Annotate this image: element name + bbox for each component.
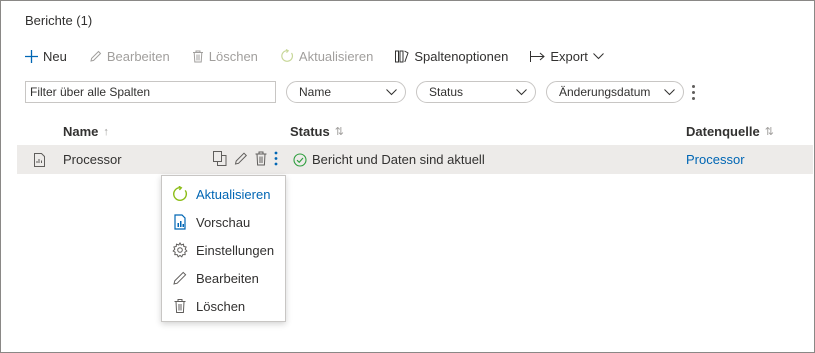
filter-all-columns-input[interactable]	[25, 81, 276, 103]
report-preview-icon	[174, 214, 186, 230]
row-actions	[213, 151, 278, 166]
pencil-icon[interactable]	[234, 151, 248, 166]
toolbar: Neu Bearbeiten Löschen Aktualisieren Spa…	[25, 46, 626, 66]
column-header-status-label: Status	[290, 124, 330, 139]
delete-button[interactable]: Löschen	[192, 49, 258, 64]
plus-icon	[25, 49, 38, 63]
menu-item-refresh[interactable]: Aktualisieren	[162, 180, 285, 208]
delete-button-label: Löschen	[208, 48, 258, 64]
status-filter-label: Status	[429, 85, 464, 99]
refresh-icon	[281, 49, 293, 62]
chevron-down-icon	[664, 88, 675, 95]
column-options-icon	[395, 50, 409, 62]
more-filters-icon[interactable]	[690, 84, 696, 100]
export-button[interactable]: Export	[530, 49, 604, 64]
name-filter-label: Name	[299, 85, 332, 99]
date-filter-label: Änderungsdatum	[559, 85, 651, 99]
page-title: Berichte (1)	[25, 13, 93, 28]
refresh-button-label: Aktualisieren	[298, 48, 374, 64]
edit-button-label: Bearbeiten	[106, 48, 170, 64]
sort-ascending-icon: ↑	[103, 125, 109, 138]
sort-icon: ⇅	[764, 126, 774, 138]
menu-item-label: Löschen	[196, 298, 246, 314]
filter-bar: Name Status Änderungsdatum	[25, 81, 696, 103]
refresh-button[interactable]: Aktualisieren	[280, 49, 373, 64]
report-file-icon	[34, 153, 45, 167]
column-header-source[interactable]: Datenquelle ⇅	[686, 124, 774, 139]
status-filter-dropdown[interactable]: Status	[416, 81, 536, 103]
column-header-name[interactable]: Name ↑	[63, 124, 109, 139]
menu-item-edit[interactable]: Bearbeiten	[162, 264, 285, 292]
row-status: Bericht und Daten sind aktuell	[293, 152, 485, 167]
date-filter-dropdown[interactable]: Änderungsdatum	[546, 81, 684, 103]
pencil-icon	[90, 50, 102, 62]
table-header: Name ↑ Status ⇅ Datenquelle ⇅	[17, 118, 813, 144]
menu-item-delete[interactable]: Löschen	[162, 292, 285, 320]
column-header-name-label: Name	[63, 124, 99, 139]
check-circle-icon	[293, 152, 307, 167]
pencil-icon	[173, 271, 187, 285]
name-filter-dropdown[interactable]: Name	[286, 81, 406, 103]
new-button[interactable]: Neu	[25, 49, 67, 64]
sort-icon: ⇅	[334, 126, 344, 138]
menu-item-label: Bearbeiten	[196, 270, 259, 286]
table-row[interactable]: Processor Bericht und Daten sind aktuell…	[17, 145, 813, 174]
row-context-menu: Aktualisieren Vorschau Einstellungen Bea…	[161, 175, 286, 322]
row-source-link[interactable]: Processor	[686, 152, 745, 167]
chevron-down-icon	[516, 88, 527, 95]
column-header-status[interactable]: Status ⇅	[290, 124, 344, 139]
trash-icon	[174, 299, 186, 313]
edit-button[interactable]: Bearbeiten	[89, 49, 170, 64]
export-button-label: Export	[550, 48, 588, 64]
menu-item-label: Aktualisieren	[196, 186, 271, 202]
column-options-button[interactable]: Spaltenoptionen	[395, 49, 508, 64]
trash-icon[interactable]	[255, 151, 267, 166]
menu-item-label: Vorschau	[196, 214, 251, 230]
export-arrow-icon	[530, 50, 546, 62]
row-name[interactable]: Processor	[63, 152, 122, 167]
chevron-down-icon	[386, 88, 397, 95]
copy-icon[interactable]	[213, 151, 227, 166]
gear-icon	[172, 242, 188, 258]
row-status-label: Bericht und Daten sind aktuell	[312, 152, 485, 167]
menu-item-label: Einstellungen	[196, 242, 275, 258]
trash-icon	[192, 50, 203, 62]
menu-item-settings[interactable]: Einstellungen	[162, 236, 285, 264]
new-button-label: Neu	[43, 48, 67, 64]
more-vertical-icon[interactable]	[274, 151, 278, 166]
refresh-icon	[173, 186, 188, 201]
chevron-down-icon	[593, 52, 604, 59]
column-header-source-label: Datenquelle	[686, 124, 760, 139]
menu-item-preview[interactable]: Vorschau	[162, 208, 285, 236]
column-options-label: Spaltenoptionen	[414, 48, 509, 64]
